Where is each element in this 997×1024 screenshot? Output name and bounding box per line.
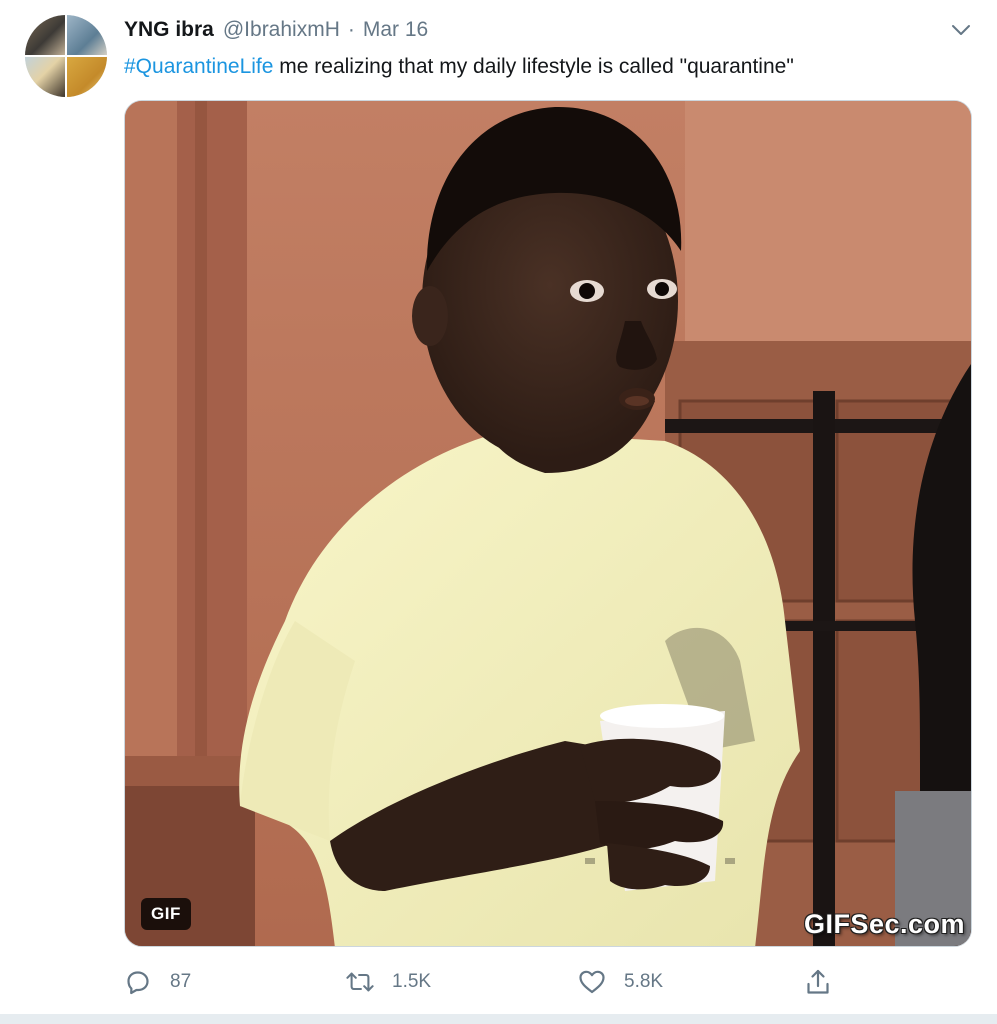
avatar-tile bbox=[25, 15, 66, 56]
gif-media[interactable]: GIF GIFSec.com bbox=[124, 100, 972, 947]
timeline-divider bbox=[0, 1014, 997, 1024]
reply-button[interactable]: 87 bbox=[124, 962, 191, 1002]
like-button[interactable]: 5.8K bbox=[578, 962, 663, 1002]
like-count: 5.8K bbox=[624, 971, 664, 992]
hashtag-link[interactable]: #QuarantineLife bbox=[124, 55, 273, 78]
retweet-button[interactable]: 1.5K bbox=[346, 962, 431, 1002]
tweet-text: #QuarantineLife me realizing that my dai… bbox=[124, 52, 974, 82]
display-name[interactable]: YNG ibra bbox=[124, 18, 214, 42]
tweet-card[interactable]: YNG ibra @IbrahixmH · Mar 16 #Quarantine… bbox=[0, 0, 997, 1014]
avatar-tile bbox=[66, 56, 107, 97]
user-handle[interactable]: @IbrahixmH bbox=[223, 18, 340, 42]
chevron-down-icon bbox=[952, 25, 970, 35]
more-options-button[interactable] bbox=[945, 14, 977, 46]
avatar-tile bbox=[66, 15, 107, 56]
avatar[interactable] bbox=[25, 15, 107, 97]
gif-badge: GIF bbox=[141, 898, 191, 930]
retweet-count: 1.5K bbox=[392, 971, 432, 992]
reply-icon bbox=[124, 968, 152, 996]
tweet-body-text: me realizing that my daily lifestyle is … bbox=[273, 55, 794, 78]
tweet-header: YNG ibra @IbrahixmH · Mar 16 bbox=[124, 14, 428, 46]
tweet-actions: 87 1.5K 5.8K bbox=[124, 962, 864, 1002]
share-button[interactable] bbox=[804, 962, 832, 1002]
avatar-tile bbox=[25, 56, 66, 97]
retweet-icon bbox=[346, 968, 374, 996]
tweet-date[interactable]: Mar 16 bbox=[363, 18, 428, 42]
gif-frame-image bbox=[125, 101, 971, 946]
share-icon bbox=[804, 968, 832, 996]
avatar-divider bbox=[25, 55, 107, 57]
heart-icon bbox=[578, 968, 606, 996]
separator-dot: · bbox=[347, 18, 355, 41]
reply-count: 87 bbox=[170, 971, 192, 992]
